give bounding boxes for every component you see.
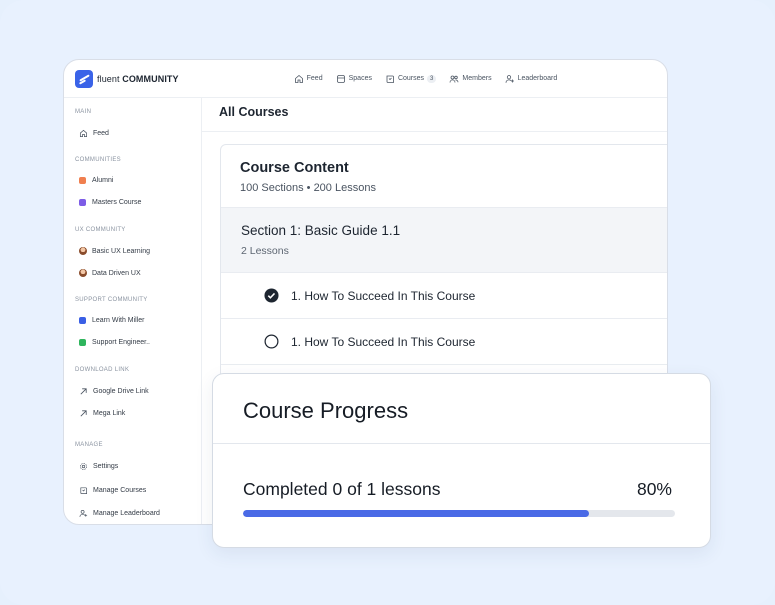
sidebar-item-masters-course[interactable]: Masters Course (79, 199, 141, 206)
sidebar-item-basic-ux[interactable]: Basic UX Learning (79, 247, 150, 255)
top-bar: fluent COMMUNITY Feed Spaces Courses 3 M… (64, 60, 667, 98)
nav-courses-label: Courses (397, 75, 425, 82)
sidebar-item-learn-miller[interactable]: Learn With Miller (79, 317, 145, 324)
sidebar-group-download: DOWNLOAD LINK (75, 367, 130, 373)
avatar-icon (79, 247, 87, 255)
section-lesson-count: 2 Lessons (241, 245, 289, 257)
course-progress-title: Course Progress (243, 398, 409, 423)
title-divider (202, 131, 667, 132)
lesson-item[interactable]: 1. How To Succeed In This Course (221, 319, 667, 365)
sidebar-item-manage-leaderboard[interactable]: Manage Leaderboard (79, 509, 160, 518)
home-icon (294, 74, 303, 83)
avatar-icon (79, 269, 87, 277)
sidebar-group-main: MAIN (75, 109, 92, 115)
logo-text-bold: COMMUNITY (122, 73, 179, 84)
progress-bar-fill (243, 510, 589, 517)
progress-label: Completed 0 of 1 lessons (243, 479, 441, 499)
course-content-title: Course Content (240, 160, 349, 176)
nav-spaces-label: Spaces (348, 75, 372, 82)
section-title: Section 1: Basic Guide 1.1 (241, 223, 401, 238)
sidebar-group-support: SUPPORT COMMUNITY (75, 297, 148, 303)
support-engineer-space-icon (79, 339, 86, 346)
empty-circle-icon (264, 334, 279, 349)
progress-bar (243, 510, 675, 517)
masters-course-space-icon (79, 199, 86, 206)
nav-feed[interactable]: Feed (294, 74, 323, 84)
nav-feed-label: Feed (306, 75, 323, 82)
logo-text: fluent COMMUNITY (97, 74, 179, 84)
sidebar-item-label: Data Driven UX (92, 269, 141, 277)
section-header[interactable]: Section 1: Basic Guide 1.1 2 Lessons (221, 207, 667, 273)
nav-members[interactable]: Members (449, 74, 492, 84)
sidebar-item-label: Learn With Miller (92, 317, 145, 324)
sidebar-item-label: Settings (93, 463, 119, 470)
sidebar-group-manage: MANAGE (75, 442, 103, 448)
leaderboard-icon (79, 509, 88, 517)
sidebar-item-label: Alumni (92, 177, 114, 184)
course-content-meta: 100 Sections • 200 Lessons (240, 182, 376, 194)
check-circle-icon (264, 288, 279, 303)
lesson-item[interactable]: 1. How To Succeed In This Course (221, 273, 667, 319)
nav-courses[interactable]: Courses 3 (385, 74, 437, 84)
logo[interactable]: fluent COMMUNITY (75, 69, 179, 88)
course-progress-card: Course Progress Completed 0 of 1 lessons… (212, 373, 711, 548)
logo-text-light: fluent (97, 73, 120, 84)
sidebar-item-label: Manage Courses (93, 487, 147, 494)
spaces-icon (336, 74, 345, 83)
sidebar: MAIN Feed COMMUNITIES Alumni Masters Cou… (64, 98, 202, 524)
progress-percent: 80% (636, 479, 672, 499)
sidebar-item-feed[interactable]: Feed (79, 129, 109, 138)
members-icon (449, 75, 459, 83)
sidebar-item-settings[interactable]: Settings (79, 462, 118, 471)
learn-miller-space-icon (79, 317, 86, 324)
sidebar-item-google-drive[interactable]: Google Drive Link (79, 387, 149, 396)
sidebar-item-alumni[interactable]: Alumni (79, 177, 113, 184)
sidebar-item-data-driven[interactable]: Data Driven UX (79, 269, 141, 277)
gear-icon (80, 463, 87, 470)
nav-leaderboard[interactable]: Leaderboard (505, 74, 558, 84)
lesson-title: 1. How To Succeed In This Course (291, 334, 476, 349)
sidebar-item-label: Support Engineer.. (92, 339, 150, 346)
alumni-space-icon (79, 177, 86, 184)
nav-members-label: Members (462, 75, 492, 82)
courses-icon (80, 487, 88, 495)
sidebar-item-manage-courses[interactable]: Manage Courses (79, 486, 146, 495)
arrow-up-right-icon (80, 410, 87, 417)
lesson-title: 1. How To Succeed In This Course (291, 288, 476, 303)
nav-spaces[interactable]: Spaces (336, 74, 372, 84)
page-title: All Courses (219, 105, 289, 119)
leaderboard-icon (505, 74, 514, 83)
top-nav: Feed Spaces Courses 3 Members Leaderboar… (294, 74, 571, 84)
sidebar-group-communities: COMMUNITIES (75, 157, 121, 163)
sidebar-item-mega-link[interactable]: Mega Link (79, 409, 125, 418)
sidebar-item-label: Feed (93, 130, 109, 137)
sidebar-item-label: Mega Link (93, 410, 126, 417)
courses-count-badge: 3 (427, 74, 437, 83)
sidebar-item-support-engineer[interactable]: Support Engineer.. (79, 339, 150, 346)
sidebar-item-label: Google Drive Link (93, 388, 149, 395)
sidebar-item-label: Manage Leaderboard (93, 510, 160, 517)
sidebar-item-label: Basic UX Learning (92, 247, 150, 255)
courses-icon (386, 75, 394, 83)
progress-divider (213, 443, 710, 444)
home-icon (79, 129, 88, 138)
nav-leaderboard-label: Leaderboard (517, 75, 558, 82)
arrow-up-right-icon (80, 388, 87, 395)
sidebar-item-label: Masters Course (92, 199, 142, 206)
sidebar-group-ux: UX COMMUNITY (75, 227, 126, 233)
logo-icon (75, 69, 93, 88)
